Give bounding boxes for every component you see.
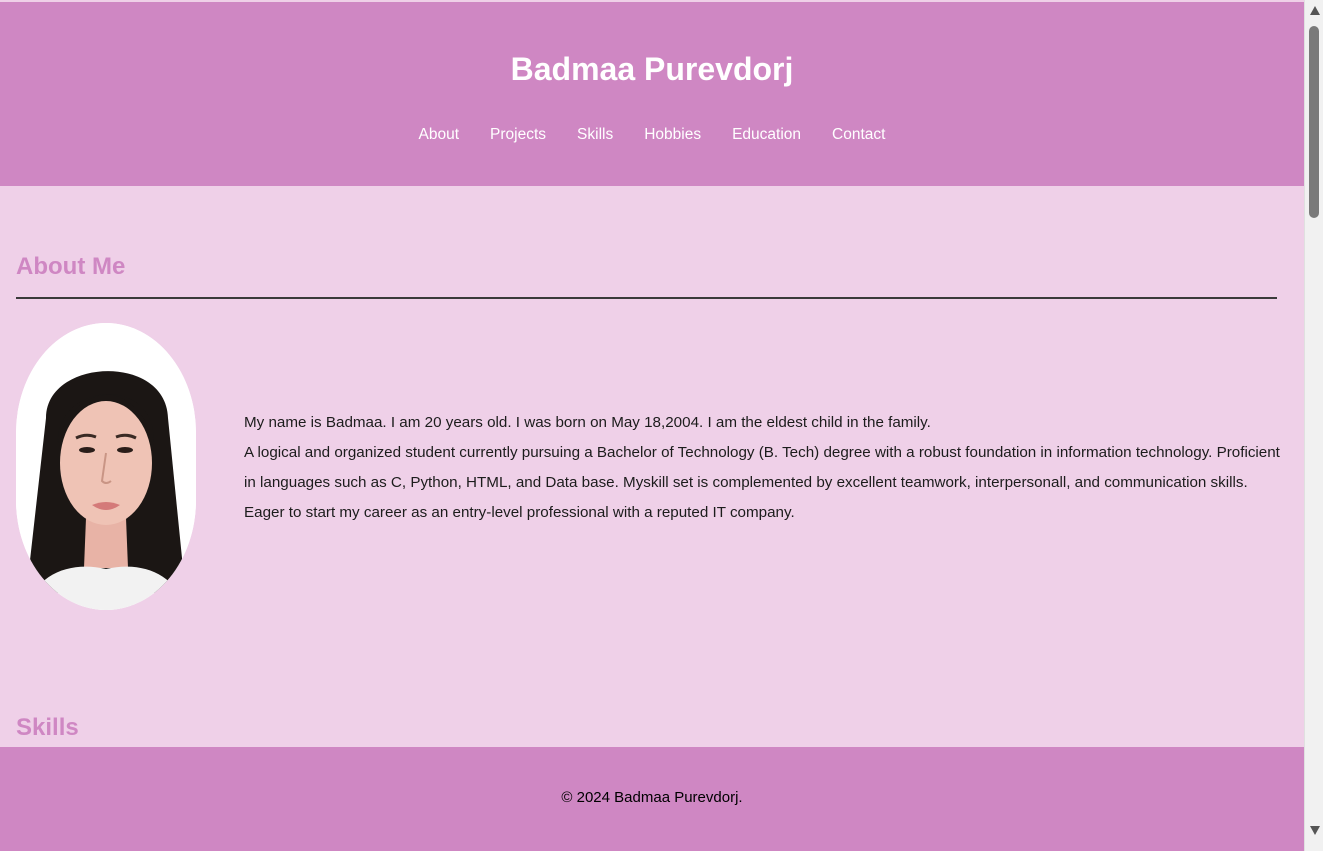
scroll-up-icon[interactable] [1310,6,1320,15]
section-divider [16,297,1277,299]
main-nav: About Projects Skills Hobbies Education … [0,124,1304,146]
nav-link-contact[interactable]: Contact [832,124,885,146]
nav-link-about[interactable]: About [419,124,460,146]
vertical-scrollbar[interactable] [1304,0,1323,851]
profile-photo-illustration [16,323,196,610]
site-title: Badmaa Purevdorj [510,51,794,87]
nav-link-projects[interactable]: Projects [490,124,546,146]
about-section-title: About Me [16,253,126,280]
site-header: Badmaa Purevdorj About Projects Skills H… [0,2,1304,186]
page: Badmaa Purevdorj About Projects Skills H… [0,0,1304,851]
about-paragraph-intro: My name is Badmaa. I am 20 years old. I … [244,414,931,431]
profile-photo [16,323,196,610]
nav-link-education[interactable]: Education [732,124,801,146]
scrollbar-thumb[interactable] [1309,26,1319,218]
about-paragraph-profile: A logical and organized student currentl… [244,444,1280,521]
footer-copyright: © 2024 Badmaa Purevdorj. [561,789,743,806]
nav-link-skills[interactable]: Skills [577,124,613,146]
nav-link-hobbies[interactable]: Hobbies [644,124,701,146]
scroll-down-icon[interactable] [1310,826,1320,835]
about-text: My name is Badmaa. I am 20 years old. I … [244,408,1284,528]
skills-section-title: Skills [16,714,79,741]
